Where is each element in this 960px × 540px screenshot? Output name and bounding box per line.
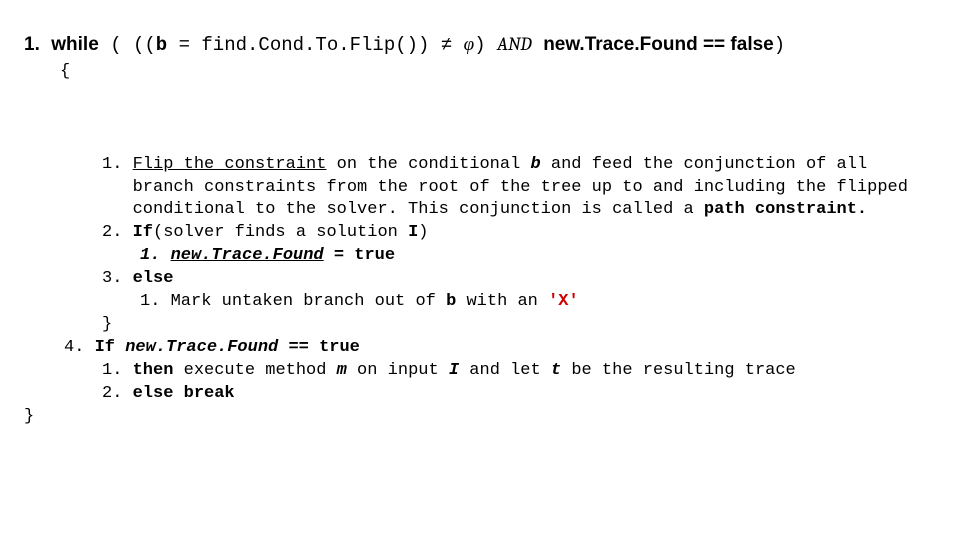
- step-number: 1.: [140, 245, 171, 268]
- assignment: = find.Cond.To.Flip()): [167, 34, 441, 56]
- step-2-1: 1. new.Trace.Found = true: [140, 245, 930, 268]
- not-equal: ≠: [441, 34, 464, 56]
- inner-close-brace: }: [102, 314, 930, 337]
- step-number: 4.: [64, 337, 95, 360]
- step-1: 1. Flip the constraint on the conditiona…: [102, 154, 930, 223]
- step-number: 2.: [102, 383, 133, 406]
- step-number: 1.: [102, 360, 133, 383]
- outer-while-line: 1. while ( ((b = find.Cond.To.Flip()) ≠ …: [24, 32, 930, 59]
- step-4: 4. If new.Trace.Found == true: [64, 337, 930, 360]
- algorithm-block: 1. while ( ((b = find.Cond.To.Flip()) ≠ …: [0, 0, 960, 429]
- paren-close-2: ): [774, 34, 785, 56]
- step-number: 3.: [102, 268, 133, 291]
- step-number: 1.: [102, 154, 133, 177]
- line-number: 1.: [24, 34, 40, 55]
- step-3-1: 1. Mark untaken branch out of b with an …: [140, 291, 930, 314]
- step-text: Flip the constraint on the conditional b…: [133, 154, 930, 223]
- variable-b: b: [156, 34, 167, 56]
- close-brace-outer: }: [24, 406, 930, 429]
- keyword-while: while: [51, 34, 99, 55]
- inner-block: 1. Flip the constraint on the conditiona…: [102, 154, 930, 406]
- step-number: 1.: [140, 291, 171, 314]
- and-operator: AND: [497, 33, 532, 55]
- step-number: 2.: [102, 222, 133, 245]
- step-3: 3. else: [102, 268, 930, 291]
- paren-open: ( ((: [110, 34, 156, 56]
- open-brace-outer: {: [60, 61, 930, 84]
- step-2: 2. If(solver finds a solution I): [102, 222, 930, 245]
- step-4-1: 1. then execute method m on input I and …: [102, 360, 930, 383]
- step-4-2: 2. else break: [102, 383, 930, 406]
- new-trace-found-cond: new.Trace.Found == false: [543, 34, 774, 55]
- x-marker: 'X': [548, 292, 579, 311]
- phi-symbol: φ: [464, 33, 475, 55]
- paren-close-1: ): [474, 34, 497, 56]
